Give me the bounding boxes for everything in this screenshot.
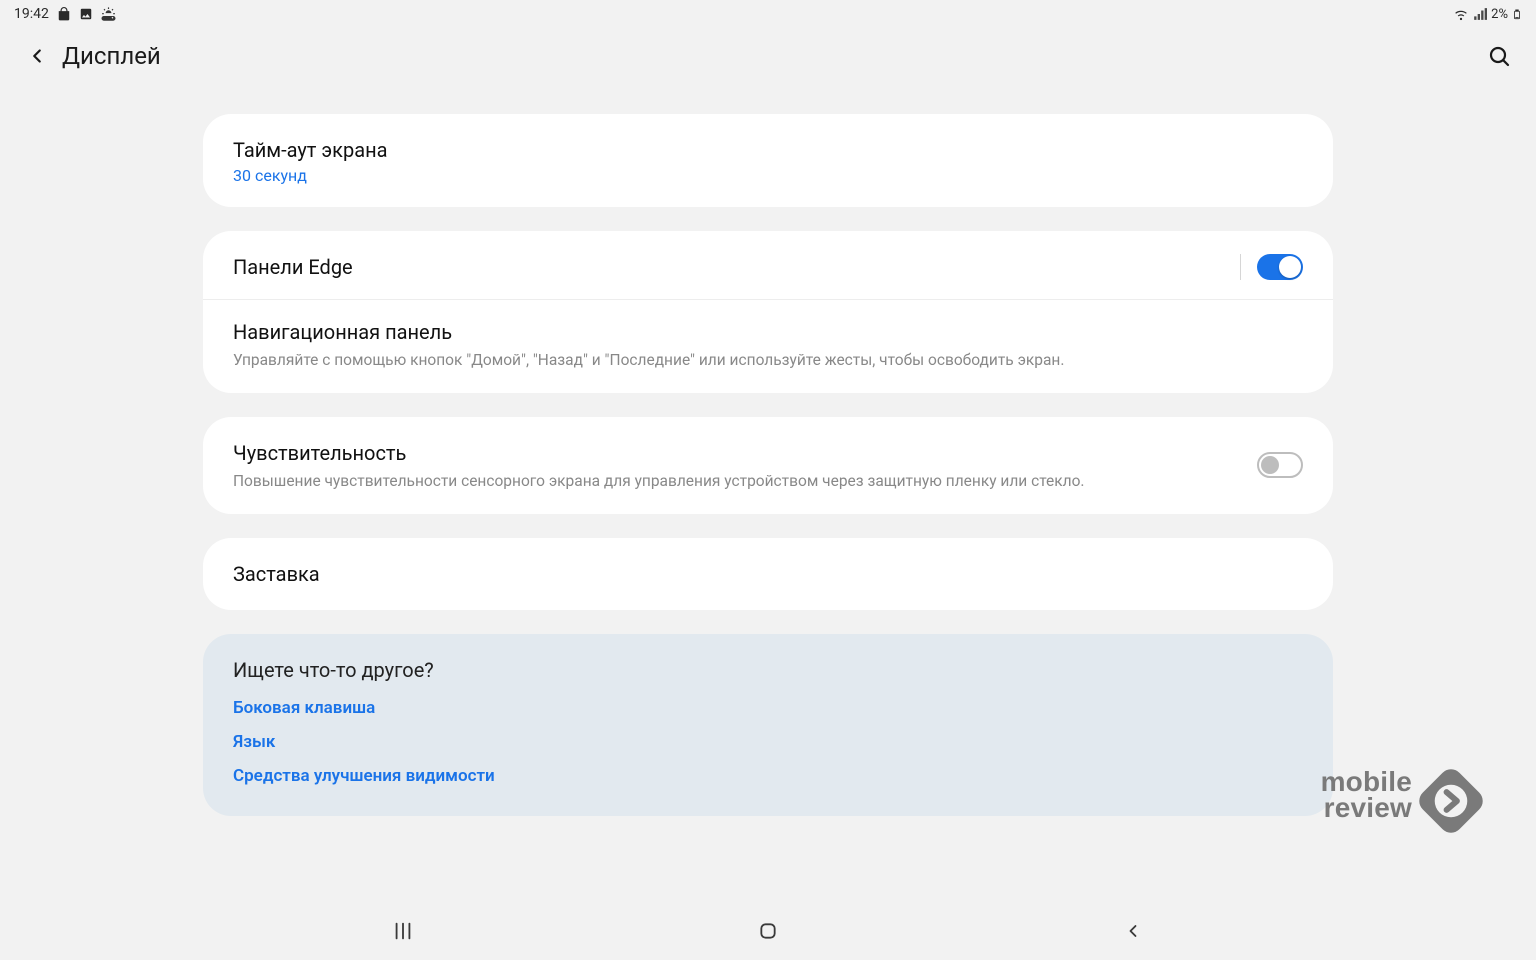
label-navigation-bar: Навигационная панель — [233, 318, 1303, 346]
watermark-line2: review — [1321, 795, 1412, 822]
card-touch-sensitivity: Чувствительность Повышение чувствительно… — [203, 417, 1333, 514]
back-button[interactable] — [20, 45, 54, 67]
label-touch-sensitivity: Чувствительность — [233, 439, 1257, 467]
label-edge-panels: Панели Edge — [233, 253, 1240, 281]
signal-icon — [1473, 7, 1487, 21]
shopping-bag-icon — [57, 7, 71, 21]
status-bar: 19:42 2% — [0, 0, 1536, 28]
nav-home-button[interactable] — [748, 911, 788, 951]
row-navigation-bar[interactable]: Навигационная панель Управляйте с помощь… — [203, 299, 1333, 389]
watermark-badge-icon — [1414, 764, 1488, 838]
status-time: 19:42 — [14, 6, 49, 22]
card-looking-for: Ищете что-то другое? Боковая клавиша Язы… — [203, 634, 1333, 816]
link-side-key[interactable]: Боковая клавиша — [233, 698, 1303, 718]
row-touch-sensitivity[interactable]: Чувствительность Повышение чувствительно… — [203, 421, 1333, 510]
link-language[interactable]: Язык — [233, 732, 1303, 752]
watermark-text: mobile review — [1321, 769, 1412, 822]
app-bar: Дисплей — [0, 28, 1536, 84]
row-edge-panels[interactable]: Панели Edge — [203, 235, 1333, 299]
label-screensaver: Заставка — [233, 560, 1303, 588]
wifi-icon — [1453, 7, 1469, 21]
page-title: Дисплей — [62, 42, 161, 70]
divider — [1240, 254, 1241, 280]
settings-list: Тайм-аут экрана 30 секунд Панели Edge На… — [203, 114, 1333, 816]
card-screen-timeout: Тайм-аут экрана 30 секунд — [203, 114, 1333, 207]
label-screen-timeout: Тайм-аут экрана — [233, 136, 1303, 164]
battery-percent: 2% — [1491, 7, 1508, 22]
battery-icon — [1512, 7, 1522, 22]
desc-navigation-bar: Управляйте с помощью кнопок "Домой", "На… — [233, 350, 1303, 371]
nav-recents-button[interactable] — [383, 911, 423, 951]
nav-back-button[interactable] — [1113, 911, 1153, 951]
card-screensaver: Заставка — [203, 538, 1333, 610]
row-screen-timeout[interactable]: Тайм-аут экрана 30 секунд — [203, 118, 1333, 203]
toggle-edge-panels[interactable] — [1257, 254, 1303, 280]
row-screensaver[interactable]: Заставка — [203, 542, 1333, 606]
picture-icon — [79, 7, 93, 21]
value-screen-timeout: 30 секунд — [233, 166, 1303, 185]
weather-icon — [101, 7, 116, 21]
system-nav-bar — [0, 902, 1536, 960]
link-visibility[interactable]: Средства улучшения видимости — [233, 766, 1303, 786]
card-edge-nav: Панели Edge Навигационная панель Управля… — [203, 231, 1333, 393]
label-looking-for: Ищете что-то другое? — [233, 658, 1303, 682]
search-button[interactable] — [1482, 44, 1516, 68]
toggle-touch-sensitivity[interactable] — [1257, 452, 1303, 478]
desc-touch-sensitivity: Повышение чувствительности сенсорного эк… — [233, 471, 1257, 492]
